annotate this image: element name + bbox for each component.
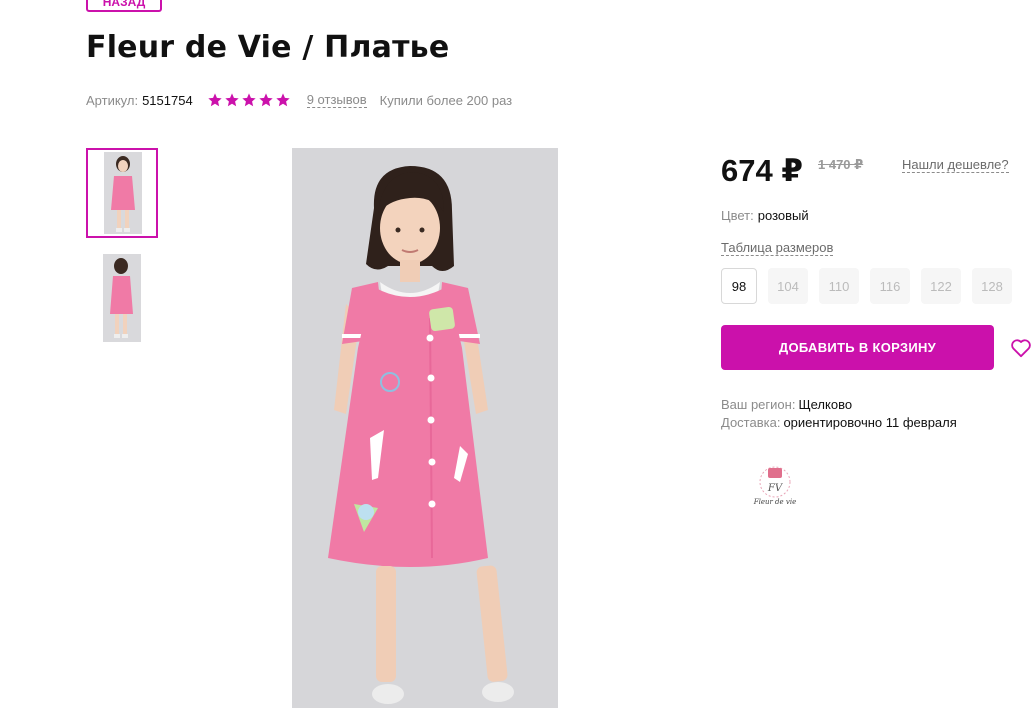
size-option[interactable]: 98 [721, 268, 757, 304]
article-label: Артикул: [86, 92, 139, 108]
size-option[interactable]: 128 [972, 268, 1012, 304]
color-label: Цвет: [721, 208, 754, 223]
reviews-link[interactable]: 9 отзывов [306, 92, 367, 108]
star-icon [225, 93, 239, 107]
size-option[interactable]: 116 [870, 268, 910, 304]
svg-text:FV: FV [767, 483, 784, 494]
article-value: 5151754 [142, 92, 193, 108]
size-option[interactable]: 104 [768, 268, 808, 304]
region-label: Ваш регион: [721, 397, 796, 412]
star-icon [259, 93, 273, 107]
size-option[interactable]: 122 [921, 268, 961, 304]
star-icon [208, 93, 222, 107]
color-line: Цвет: розовый [721, 208, 809, 223]
size-option[interactable]: 110 [819, 268, 859, 304]
star-icon [276, 93, 290, 107]
current-price: 674 ₽ [721, 153, 803, 188]
delivery-value: ориентировочно 11 февраля [783, 415, 957, 430]
color-value: розовый [757, 208, 809, 223]
region-line: Ваш регион: Щелково [721, 397, 852, 412]
main-product-photo[interactable] [292, 148, 558, 708]
svg-text:Fleur de vie: Fleur de vie [753, 498, 797, 506]
delivery-line: Доставка: ориентировочно 11 февраля [721, 415, 957, 430]
size-selector: 98 104 110 116 122 128 [721, 268, 1012, 304]
back-button[interactable]: НАЗАД [86, 0, 162, 12]
price-row: 674 ₽ 1 470 ₽ Нашли дешевле? [721, 153, 1011, 189]
product-title: Fleur de Vie / Платье [86, 30, 450, 65]
star-icon [242, 93, 256, 107]
product-meta: Артикул: 5151754 9 отзывов Купили более … [86, 90, 512, 110]
thumbnail-front[interactable] [86, 148, 158, 238]
thumbnail-side[interactable] [103, 254, 141, 342]
found-cheaper-link[interactable]: Нашли дешевле? [902, 157, 1009, 173]
delivery-label: Доставка: [721, 415, 781, 430]
heart-icon[interactable] [1010, 338, 1032, 358]
bought-count: Купили более 200 раз [379, 92, 513, 108]
size-table-link[interactable]: Таблица размеров [721, 240, 834, 256]
brand-logo[interactable]: FV Fleur de vie [744, 458, 806, 512]
rating-stars [207, 92, 291, 108]
region-value[interactable]: Щелково [798, 397, 852, 412]
thumbnail-side-image [103, 254, 141, 342]
thumbnail-front-image [104, 152, 142, 234]
old-price: 1 470 ₽ [818, 157, 864, 172]
add-to-cart-button[interactable]: ДОБАВИТЬ В КОРЗИНУ [721, 325, 994, 370]
